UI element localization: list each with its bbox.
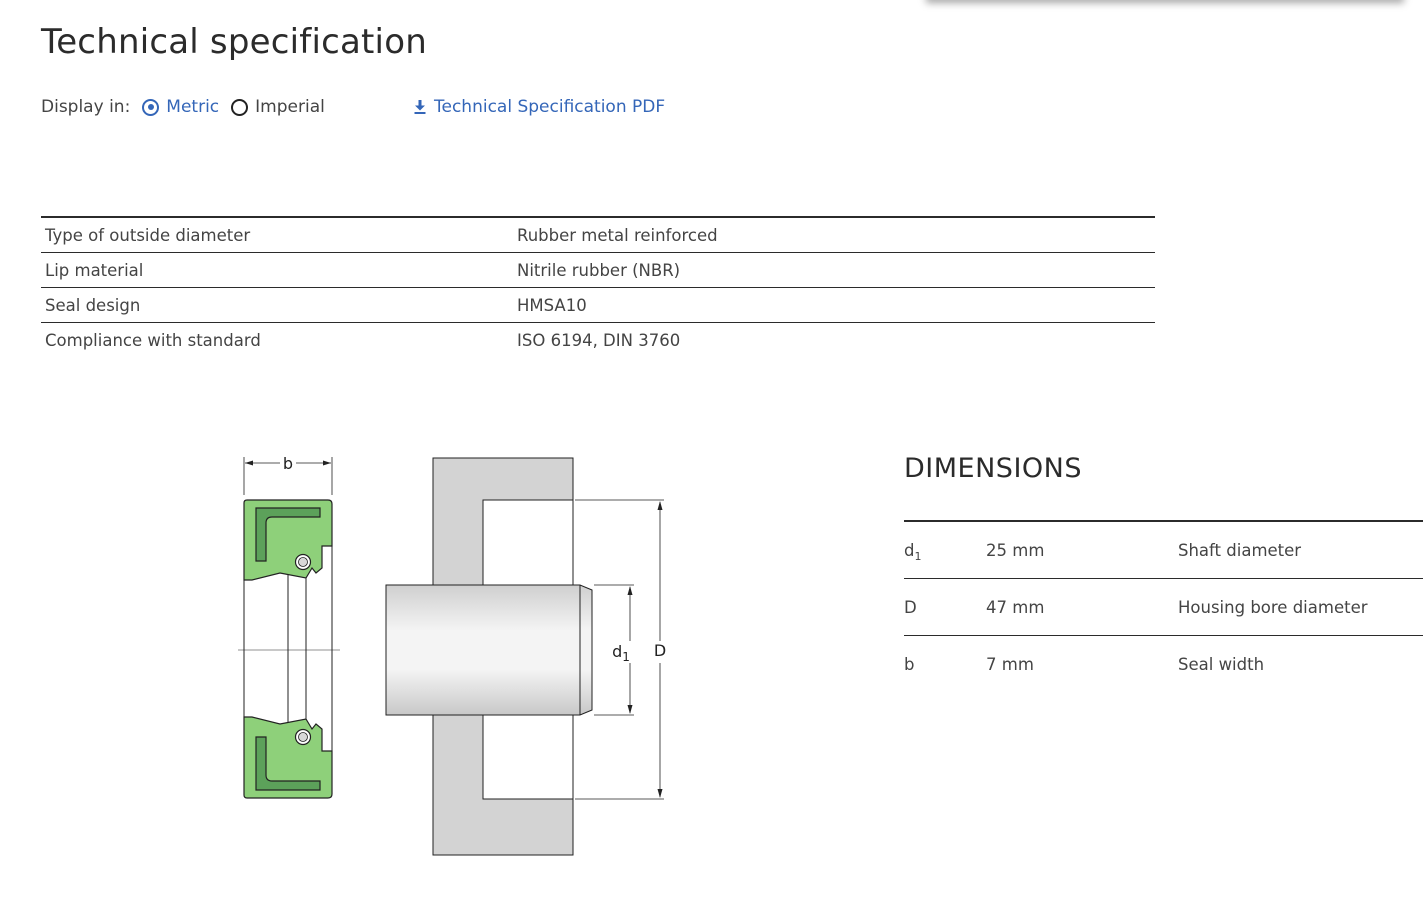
b-dimension-label: b: [283, 454, 293, 473]
table-row: Compliance with standard ISO 6194, DIN 3…: [41, 323, 1155, 358]
table-row: b 7 mm Seal width: [904, 636, 1423, 693]
dimension-value: 7 mm: [986, 654, 1034, 674]
technical-specification-pdf-link[interactable]: Technical Specification PDF: [414, 95, 665, 119]
spec-value: Nitrile rubber (NBR): [513, 252, 1155, 288]
dimension-description: Seal width: [1178, 654, 1265, 674]
dimension-symbol-subscript: 1: [914, 549, 922, 563]
radio-metric-circle[interactable]: [142, 98, 160, 116]
d1-subscript: 1: [622, 650, 630, 664]
radio-metric[interactable]: Metric: [142, 97, 219, 117]
table-row: Seal design HMSA10: [41, 287, 1155, 323]
spec-table: Type of outside diameter Rubber metal re…: [41, 216, 1155, 357]
dimension-value: 47 mm: [986, 578, 1178, 636]
spec-value: HMSA10: [513, 287, 1155, 323]
pdf-link-label: Technical Specification PDF: [434, 97, 666, 117]
radio-imperial-circle[interactable]: [231, 98, 249, 116]
dimension-symbol: D: [904, 578, 986, 636]
spec-key: Seal design: [41, 287, 513, 323]
d1-symbol: d: [612, 642, 622, 661]
display-units-selector: Display in: Metric Imperial: [41, 95, 337, 119]
radio-imperial[interactable]: Imperial: [231, 97, 325, 117]
display-label: Display in:: [41, 97, 131, 117]
page-title: Technical specification: [41, 22, 427, 62]
spec-key: Compliance with standard: [45, 330, 261, 350]
spec-value: Rubber metal reinforced: [513, 217, 1155, 253]
dimension-value: 25 mm: [986, 521, 1178, 579]
dimension-description: Shaft diameter: [1178, 521, 1423, 579]
dimension-symbol: b: [904, 636, 986, 693]
seal-dimension-diagram: b d1 D: [238, 454, 666, 856]
dimensions-table: d1 25 mm Shaft diameter D 47 mm Housing …: [904, 520, 1423, 692]
spec-key: Type of outside diameter: [41, 217, 513, 253]
dimension-symbol: d1: [904, 521, 986, 579]
table-row: Lip material Nitrile rubber (NBR): [41, 252, 1155, 288]
seal-cross-section: [238, 457, 340, 799]
spec-value: ISO 6194, DIN 3760: [517, 330, 681, 350]
spec-key: Lip material: [41, 252, 513, 288]
table-row: D 47 mm Housing bore diameter: [904, 578, 1423, 636]
dimension-description: Housing bore diameter: [1178, 578, 1423, 636]
dimension-symbol-letter: D: [904, 597, 917, 617]
radio-metric-label: Metric: [166, 97, 220, 117]
dimension-symbol-letter: d: [904, 540, 915, 560]
download-icon: [414, 100, 426, 114]
D-dimension-label: D: [654, 641, 666, 660]
table-row: Type of outside diameter Rubber metal re…: [41, 217, 1155, 253]
page: Technical specification Display in: Metr…: [0, 0, 1423, 913]
radio-imperial-label: Imperial: [255, 97, 325, 117]
dimension-symbol-letter: b: [904, 654, 915, 674]
d1-dimension-label: d1: [612, 642, 630, 664]
table-row: d1 25 mm Shaft diameter: [904, 521, 1423, 579]
dimensions-title: DIMENSIONS: [904, 453, 1082, 484]
